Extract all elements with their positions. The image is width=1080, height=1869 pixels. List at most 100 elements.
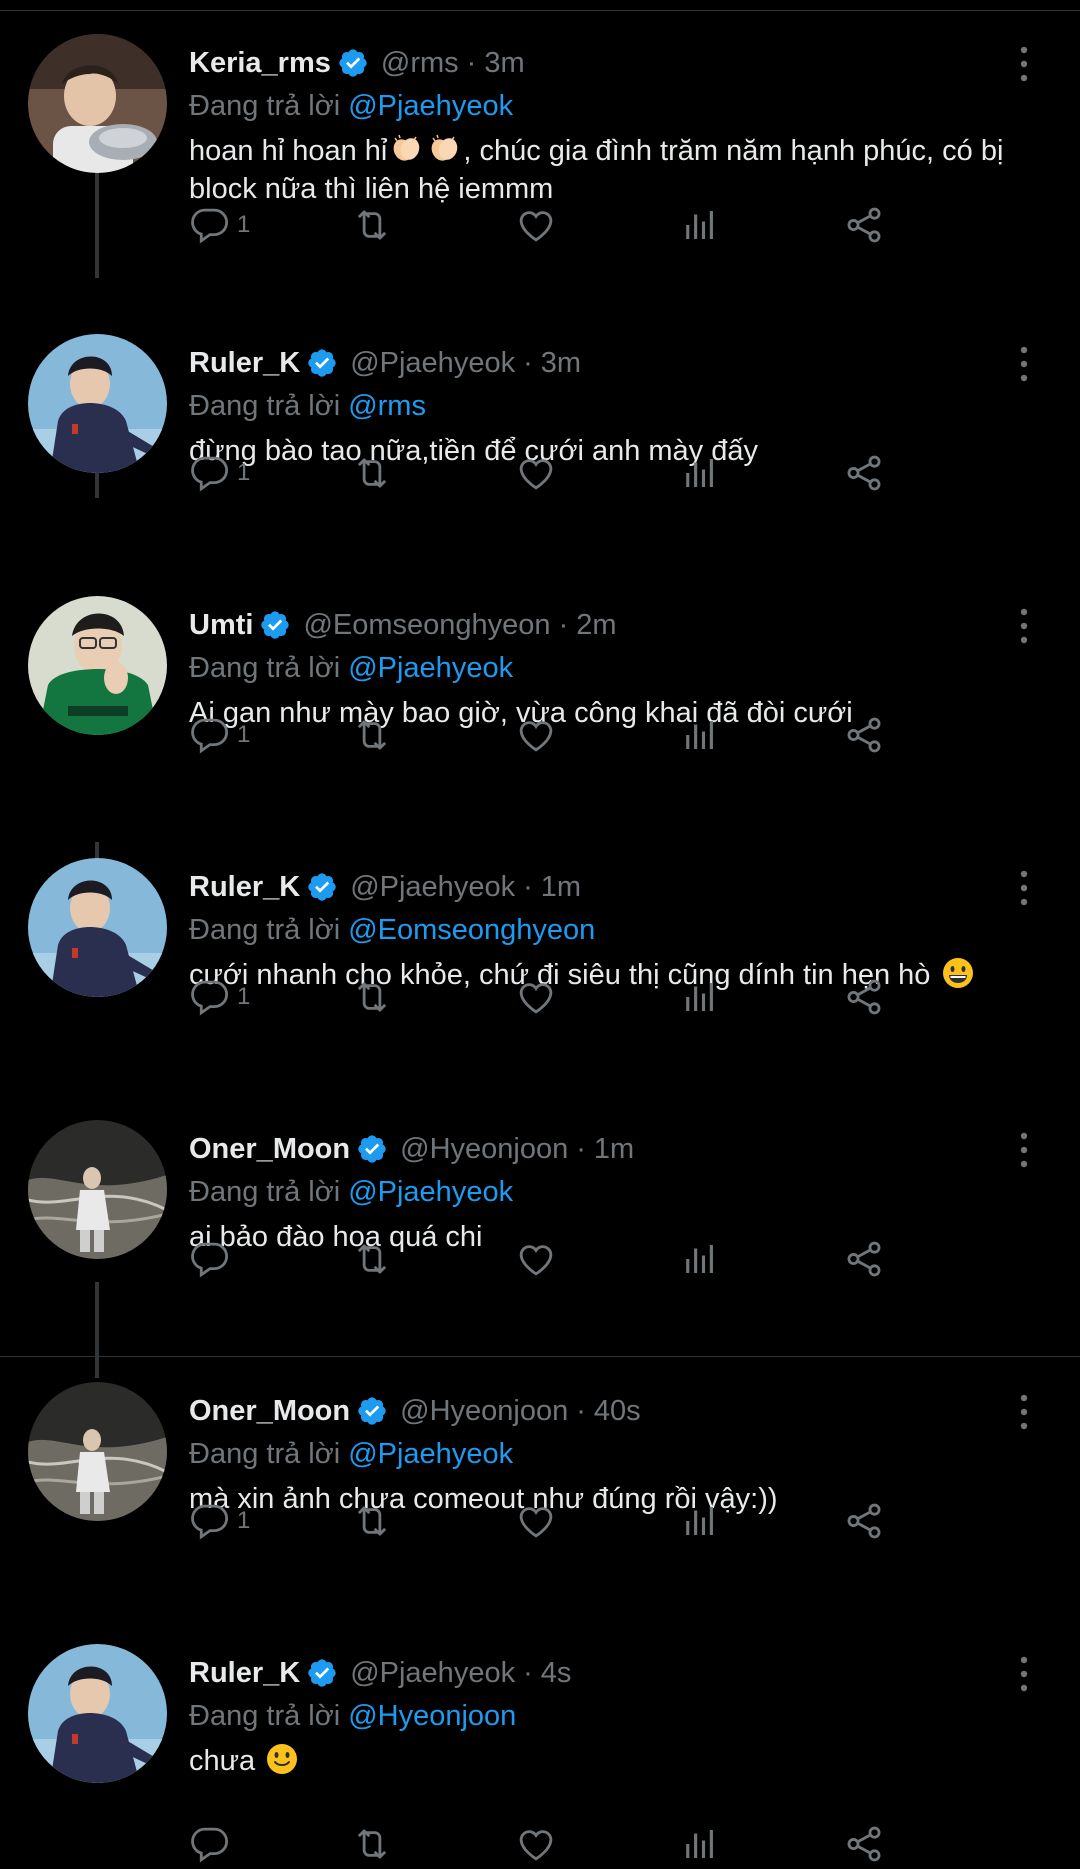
- verified-badge-icon: [356, 1395, 388, 1427]
- reply-mention[interactable]: @Pjaehyeok: [348, 1176, 513, 1208]
- views-button[interactable]: [679, 1234, 721, 1284]
- views-button[interactable]: [679, 1496, 721, 1546]
- reply-icon: [189, 714, 231, 756]
- reply-mention[interactable]: @Eomseonghyeon: [348, 914, 595, 946]
- reply-count: 1: [237, 983, 251, 1010]
- share-button[interactable]: [843, 710, 885, 760]
- display-name[interactable]: Keria_rms: [189, 47, 331, 80]
- display-name[interactable]: Oner_Moon: [189, 1133, 350, 1166]
- timestamp[interactable]: 40s: [594, 1395, 641, 1428]
- user-handle[interactable]: @Pjaehyeok: [350, 1657, 515, 1690]
- retweet-button[interactable]: [351, 448, 393, 498]
- views-button[interactable]: [679, 200, 721, 250]
- more-options-icon[interactable]: [1016, 344, 1032, 384]
- display-name[interactable]: Ruler_K: [189, 871, 300, 904]
- reply-mention[interactable]: @Hyeonjoon: [348, 1700, 516, 1732]
- like-button[interactable]: [515, 1496, 557, 1546]
- reply-count: 1: [237, 1507, 251, 1534]
- retweet-button[interactable]: [351, 1496, 393, 1546]
- more-options-icon[interactable]: [1016, 44, 1032, 84]
- reply-button[interactable]: [189, 1234, 237, 1284]
- retweet-button[interactable]: [351, 1234, 393, 1284]
- avatar[interactable]: [28, 858, 167, 997]
- share-button[interactable]: [843, 972, 885, 1022]
- share-icon: [843, 1823, 885, 1865]
- reply-button[interactable]: 1: [189, 200, 250, 250]
- reply-button[interactable]: 1: [189, 710, 250, 760]
- views-button[interactable]: [679, 448, 721, 498]
- avatar[interactable]: [28, 596, 167, 735]
- retweet-icon: [351, 1238, 393, 1280]
- display-name[interactable]: Oner_Moon: [189, 1395, 350, 1428]
- timestamp[interactable]: 2m: [576, 609, 616, 642]
- retweet-button[interactable]: [351, 200, 393, 250]
- display-name[interactable]: Umti: [189, 609, 253, 642]
- heart-icon: [515, 1500, 557, 1542]
- reply-context: Đang trả lời @rms: [189, 390, 426, 423]
- retweet-icon: [351, 1500, 393, 1542]
- reply-prefix: Đang trả lời: [189, 1438, 341, 1470]
- user-handle[interactable]: @rms: [381, 47, 459, 80]
- reply-prefix: Đang trả lời: [189, 914, 341, 946]
- avatar[interactable]: [28, 334, 167, 473]
- clapping-hands-emoji-icon: [431, 134, 458, 161]
- avatar[interactable]: [28, 1644, 167, 1783]
- share-button[interactable]: [843, 1496, 885, 1546]
- share-button[interactable]: [843, 200, 885, 250]
- like-button[interactable]: [515, 1234, 557, 1284]
- reply-context: Đang trả lời @Hyeonjoon: [189, 1700, 516, 1733]
- timestamp[interactable]: 3m: [541, 347, 581, 380]
- retweet-button[interactable]: [351, 972, 393, 1022]
- clapping-hands-emoji-icon: [393, 134, 420, 161]
- reply-count: 1: [237, 721, 251, 748]
- views-button[interactable]: [679, 972, 721, 1022]
- share-icon: [843, 1500, 885, 1542]
- share-icon: [843, 714, 885, 756]
- timestamp[interactable]: 3m: [484, 47, 524, 80]
- reply-context: Đang trả lời @Pjaehyeok: [189, 1176, 513, 1209]
- like-button[interactable]: [515, 710, 557, 760]
- timestamp[interactable]: 1m: [594, 1133, 634, 1166]
- more-options-icon[interactable]: [1016, 1130, 1032, 1170]
- like-button[interactable]: [515, 1819, 557, 1869]
- like-button[interactable]: [515, 448, 557, 498]
- user-handle[interactable]: @Hyeonjoon: [400, 1395, 568, 1428]
- share-button[interactable]: [843, 1819, 885, 1869]
- reply-context: Đang trả lời @Eomseonghyeon: [189, 914, 595, 947]
- reply-button[interactable]: 1: [189, 972, 250, 1022]
- reply-button[interactable]: 1: [189, 1496, 250, 1546]
- share-button[interactable]: [843, 1234, 885, 1284]
- reply-mention[interactable]: @Pjaehyeok: [348, 90, 513, 122]
- avatar[interactable]: [28, 1382, 167, 1521]
- display-name[interactable]: Ruler_K: [189, 1657, 300, 1690]
- reply-mention[interactable]: @rms: [348, 390, 426, 422]
- more-options-icon[interactable]: [1016, 868, 1032, 908]
- action-bar: 1: [189, 1496, 1019, 1546]
- reply-button[interactable]: [189, 1819, 237, 1869]
- heart-icon: [515, 204, 557, 246]
- user-handle[interactable]: @Pjaehyeok: [350, 871, 515, 904]
- reply-icon: [189, 452, 231, 494]
- user-handle[interactable]: @Hyeonjoon: [400, 1133, 568, 1166]
- views-button[interactable]: [679, 1819, 721, 1869]
- retweet-button[interactable]: [351, 710, 393, 760]
- reply-mention[interactable]: @Pjaehyeok: [348, 652, 513, 684]
- more-options-icon[interactable]: [1016, 1654, 1032, 1694]
- retweet-button[interactable]: [351, 1819, 393, 1869]
- display-name[interactable]: Ruler_K: [189, 347, 300, 380]
- avatar[interactable]: [28, 1120, 167, 1259]
- more-options-icon[interactable]: [1016, 1392, 1032, 1432]
- timestamp[interactable]: 1m: [541, 871, 581, 904]
- share-button[interactable]: [843, 448, 885, 498]
- like-button[interactable]: [515, 200, 557, 250]
- timestamp[interactable]: 4s: [541, 1657, 572, 1690]
- reply-button[interactable]: 1: [189, 448, 250, 498]
- views-button[interactable]: [679, 710, 721, 760]
- more-options-icon[interactable]: [1016, 606, 1032, 646]
- user-handle[interactable]: @Pjaehyeok: [350, 347, 515, 380]
- like-button[interactable]: [515, 972, 557, 1022]
- avatar[interactable]: [28, 34, 167, 173]
- reply-mention[interactable]: @Pjaehyeok: [348, 1438, 513, 1470]
- slightly-smiling-face-emoji-icon: [267, 1744, 298, 1774]
- user-handle[interactable]: @Eomseonghyeon: [303, 609, 550, 642]
